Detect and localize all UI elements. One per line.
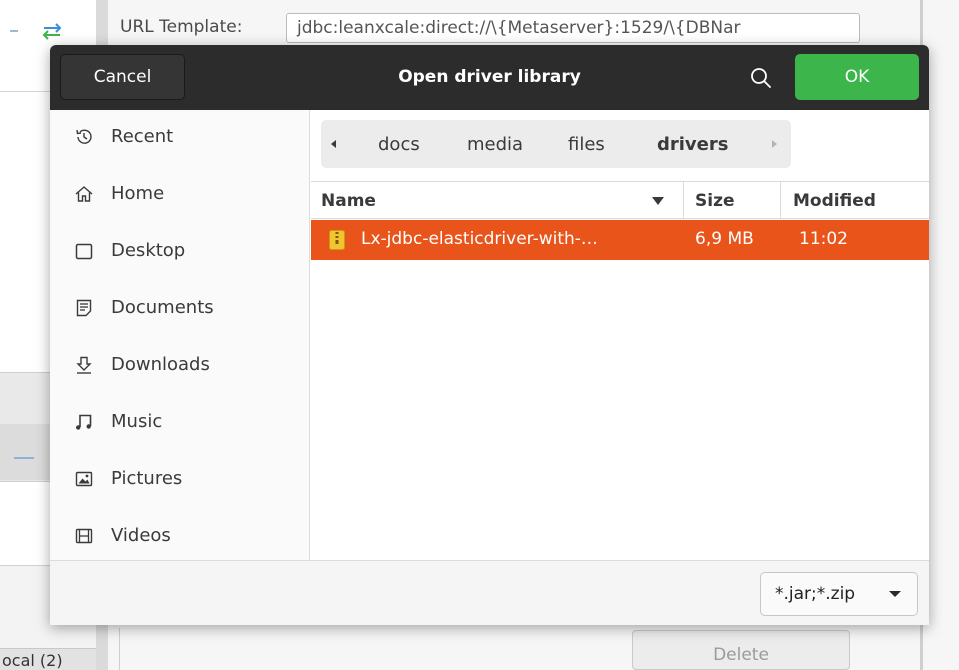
sidebar-item-pictures[interactable]: Pictures [50, 456, 309, 502]
documents-icon [76, 299, 92, 317]
sidebar-item-videos[interactable]: Videos [50, 513, 309, 559]
file-size: 6,9 MB [695, 229, 754, 249]
path-scroll-left-icon[interactable] [325, 132, 343, 156]
sidebar-item-home[interactable]: Home [50, 171, 309, 217]
sidebar-item-recent[interactable]: Recent [50, 114, 309, 160]
open-driver-library-dialog: Cancel Open driver library OK Recent Hom… [50, 45, 929, 625]
music-icon [76, 414, 92, 430]
file-type-filter-value: *.jar;*.zip [775, 584, 856, 604]
desktop-icon [75, 243, 93, 260]
file-modified: 11:02 [799, 229, 848, 249]
delete-button[interactable]: Delete [632, 630, 850, 670]
column-header-modified[interactable]: Modified [793, 191, 876, 211]
sidebar-item-label: Desktop [111, 240, 186, 261]
downloads-icon [76, 356, 92, 374]
background-local-tab[interactable]: ocal (2) [0, 648, 96, 670]
sidebar-item-label: Home [111, 183, 165, 204]
path-segment-docs[interactable]: docs [378, 134, 420, 155]
sidebar-item-label: Videos [111, 525, 171, 546]
column-header-name[interactable]: Name [321, 191, 376, 211]
sidebar-item-downloads[interactable]: Downloads [50, 342, 309, 388]
archive-file-icon [329, 230, 345, 250]
column-divider [780, 182, 781, 219]
sidebar-item-label: Downloads [111, 354, 210, 375]
file-name: Lx-jdbc-elasticdriver-with-… [361, 229, 598, 249]
path-scroll-right-icon[interactable] [765, 132, 783, 156]
path-segment-drivers[interactable]: drivers [657, 134, 728, 155]
path-bar: docs media files drivers [321, 120, 791, 168]
dialog-footer: *.jar;*.zip [50, 560, 929, 625]
minus-icon [14, 457, 34, 459]
column-header-size[interactable]: Size [695, 191, 735, 211]
ok-button[interactable]: OK [795, 54, 919, 100]
places-sidebar: Recent Home Desktop Documents Downloads … [50, 110, 310, 560]
file-type-filter-select[interactable]: *.jar;*.zip [760, 572, 918, 616]
cancel-button[interactable]: Cancel [60, 54, 185, 100]
dialog-header: Cancel Open driver library OK [50, 45, 929, 110]
column-divider [683, 182, 684, 219]
sidebar-item-label: Pictures [111, 468, 183, 489]
chevron-down-icon [889, 591, 901, 597]
videos-icon [75, 528, 93, 544]
sidebar-item-documents[interactable]: Documents [50, 285, 309, 331]
file-list-header: Name Size Modified [311, 181, 929, 219]
home-icon [75, 186, 93, 202]
sort-descending-icon[interactable] [651, 195, 665, 207]
pictures-icon [75, 471, 93, 487]
url-template-label: URL Template: [120, 17, 243, 37]
sidebar-item-label: Music [111, 411, 163, 432]
path-segment-media[interactable]: media [467, 134, 523, 155]
sidebar-item-desktop[interactable]: Desktop [50, 228, 309, 274]
background-toolbar-icons [10, 23, 62, 40]
path-segment-files[interactable]: files [568, 134, 605, 155]
url-template-field[interactable]: jdbc:leanxcale:direct://\{Metaserver}:15… [286, 13, 860, 43]
sidebar-item-label: Recent [111, 126, 174, 147]
sidebar-item-label: Documents [111, 297, 214, 318]
sidebar-item-music[interactable]: Music [50, 399, 309, 445]
file-list: Name Size Modified Lx-jdbc-elasticdriver… [311, 181, 929, 560]
file-row[interactable]: Lx-jdbc-elasticdriver-with-… 6,9 MB 11:0… [311, 220, 929, 260]
background-bottom-line [108, 628, 120, 670]
clock-icon [76, 129, 92, 144]
search-icon[interactable] [746, 63, 776, 93]
